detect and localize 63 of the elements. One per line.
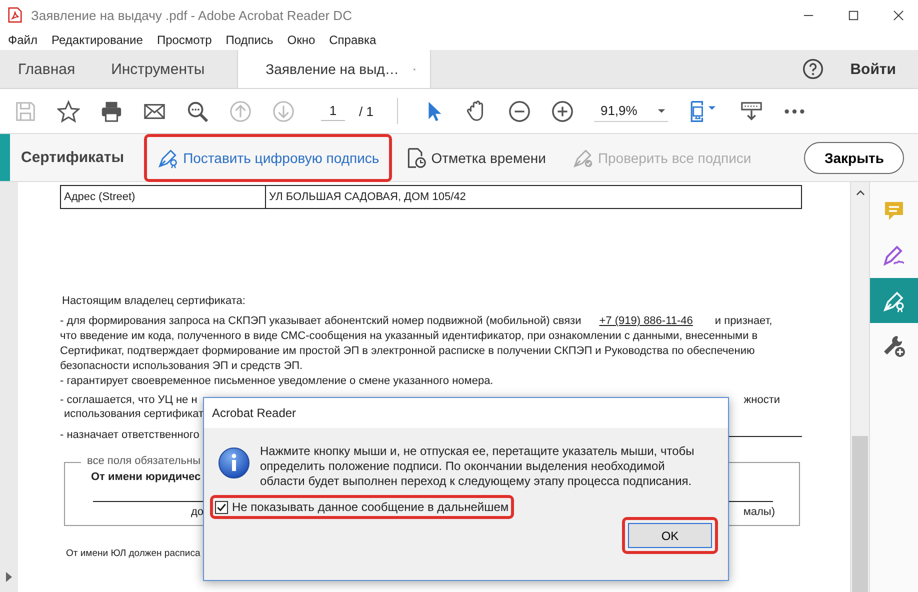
- info-icon: [218, 447, 250, 479]
- document-text: От имени ЮЛ должен расписа: [66, 548, 202, 559]
- pen-icon: [157, 146, 180, 168]
- document-text: и признает,: [714, 314, 772, 329]
- menu-item[interactable]: Подпись: [226, 33, 274, 47]
- document-text: - для формирования запроса на СКПЭП указывает абонентский номер подвижной (мобильной) связи: [60, 314, 582, 329]
- star-icon[interactable]: [57, 100, 80, 122]
- phone-number: +7 (919) 886-11-46: [599, 314, 693, 329]
- menu-item[interactable]: Просмотр: [156, 33, 212, 47]
- menu-item[interactable]: Файл: [8, 33, 38, 47]
- print-icon[interactable]: [100, 100, 123, 122]
- pen-icon: [882, 244, 906, 268]
- timestamp-button[interactable]: Отметка времени: [395, 136, 556, 178]
- menu-item[interactable]: Редактирование: [52, 33, 143, 47]
- window-title: Заявление на выдачу .pdf - Adobe Acrobat Reader DC: [31, 8, 352, 22]
- document-text: безопасности использования ЭП и средств ЭП.: [60, 359, 303, 374]
- ok-button[interactable]: OK: [628, 523, 712, 548]
- scroll-up-icon[interactable]: [856, 190, 864, 196]
- keyboard-icon[interactable]: [740, 100, 764, 122]
- help-icon[interactable]: [802, 58, 824, 80]
- dialog-message: Нажмите кнопку мыши и, не отпуская ее, перетащите указатель мыши, чтобы определить положение подписи. По окончании выделения необходимой области будет выполнен переход к следующему этапу процесса подписания.: [260, 444, 696, 489]
- scrollbar[interactable]: [850, 182, 870, 592]
- menu-item[interactable]: Окно: [287, 33, 316, 47]
- accent-stripe: [0, 134, 10, 181]
- sign-in-button[interactable]: Войти: [846, 50, 918, 88]
- close-button[interactable]: Закрыть: [804, 142, 904, 174]
- document-text: - назначает ответственного: [60, 428, 200, 442]
- document-text: что введение им кода, полученного в виде СМС-сообщения на указанный идентификатор, при ознакомлении с данными, внесенными в: [60, 329, 758, 344]
- page-count: / 1: [359, 104, 374, 118]
- caret-icon: [657, 108, 666, 114]
- zoom-in-icon[interactable]: [551, 100, 574, 122]
- document-text: до: [191, 506, 204, 518]
- panel-title: Сертификаты: [21, 149, 124, 166]
- document-text: От имени юридичес: [91, 471, 201, 483]
- document-text: - гарантирует своевременное письменное уведомление о смене указанного номера.: [60, 374, 494, 389]
- paragraph-heading: Настоящим владелец сертификата:: [62, 295, 246, 307]
- pen-check-icon: [572, 146, 594, 168]
- table-cell: Адрес (Street): [61, 186, 266, 208]
- table-cell-text: УЛ БОЛЬШАЯ САДОВАЯ, ДОМ 105/42: [268, 190, 467, 205]
- sign-button[interactable]: Поставить цифровую подпись: [147, 136, 390, 178]
- nav-tab[interactable]: Инструменты: [93, 50, 223, 88]
- zoom-dropdown[interactable]: 91,9%: [594, 100, 668, 122]
- close-icon[interactable]: [893, 10, 904, 20]
- tool-button[interactable]: [870, 278, 918, 323]
- zoom-out-icon[interactable]: [508, 100, 532, 122]
- document-text: жности: [744, 393, 780, 407]
- document-text: - соглашается, что УЦ не н: [60, 393, 198, 407]
- search-icon[interactable]: [186, 100, 209, 122]
- dialog-title: Acrobat Reader: [204, 398, 728, 428]
- clock-document-icon: [405, 146, 428, 168]
- document-text: Сертификат, подтверждает формирование им простой ЭП в электронной расписке в получении СКПЭП и Руководства по обеспечению: [60, 344, 755, 359]
- document-text: использования сертификат: [64, 407, 204, 421]
- expand-icon[interactable]: [6, 572, 12, 582]
- page-number-field[interactable]: 1: [321, 101, 345, 121]
- checkmark-icon: [216, 502, 227, 512]
- menu-item[interactable]: Справка: [329, 33, 376, 47]
- maximize-icon[interactable]: [848, 10, 859, 20]
- document-tab[interactable]: Заявление на выд…: [236, 50, 431, 88]
- pdf-icon: [8, 7, 22, 23]
- wrench-plus-icon: [882, 334, 906, 358]
- document-text: малы): [743, 506, 775, 518]
- checkbox[interactable]: Не показывать данное сообщение в дальнейшем: [213, 498, 511, 516]
- nav-tab[interactable]: Главная: [0, 50, 94, 88]
